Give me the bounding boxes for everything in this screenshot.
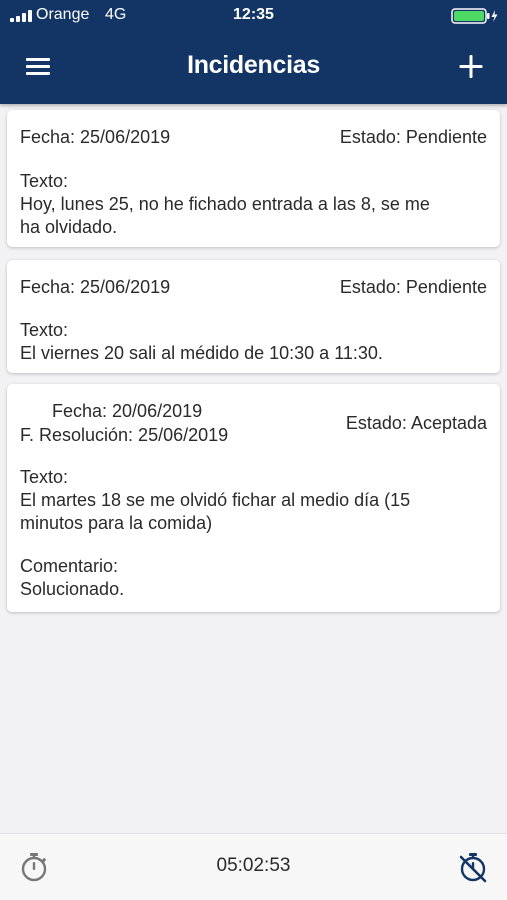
stopwatch-off-icon[interactable]	[457, 851, 489, 888]
incident-status: Estado: Pendiente	[339, 127, 487, 147]
incident-text: Texto: El viernes 20 sali al médido de 1…	[20, 319, 480, 365]
incident-card[interactable]: Fecha: 25/06/2019 Estado: Pendiente Text…	[7, 110, 500, 247]
bottom-bar: 05:02:53	[0, 833, 507, 900]
incident-text: Texto: Hoy, lunes 25, no he fichado entr…	[20, 170, 480, 239]
text-line: ha olvidado.	[20, 217, 118, 237]
elapsed-time: 05:02:53	[216, 855, 291, 876]
incident-date: Fecha: 20/06/2019	[52, 401, 203, 421]
text-line: El viernes 20 sali al médido de 10:30 a …	[20, 343, 383, 363]
plus-icon[interactable]	[453, 50, 489, 84]
incident-status: Estado: Pendiente	[339, 277, 487, 297]
app-screen: Orange 4G 12:35 Incidencias Fecha: 25/06…	[0, 0, 507, 900]
text-line: El martes 18 se me olvidó fichar al medi…	[20, 490, 411, 510]
text-label: Texto:	[20, 467, 69, 487]
page-title: Incidencias	[187, 51, 320, 79]
comment-label: Comentario:	[20, 556, 119, 576]
incident-comment: Comentario: Solucionado.	[20, 555, 480, 601]
text-label: Texto:	[20, 171, 69, 191]
incident-card[interactable]: Fecha: 20/06/2019 F. Resolución: 25/06/2…	[7, 384, 500, 612]
incident-card[interactable]: Fecha: 25/06/2019 Estado: Pendiente Text…	[7, 260, 500, 373]
top-bar: Orange 4G 12:35 Incidencias	[0, 0, 507, 104]
incident-text: Texto: El martes 18 se me olvidó fichar …	[20, 466, 480, 535]
comment-text: Solucionado.	[20, 579, 125, 599]
battery-charging-icon	[451, 8, 499, 29]
navbar: Incidencias	[0, 30, 507, 104]
incident-date: Fecha: 25/06/2019	[20, 277, 171, 297]
status-bar: Orange 4G 12:35	[0, 0, 507, 30]
text-line: minutos para la comida)	[20, 513, 213, 533]
incident-status: Estado: Aceptada	[345, 413, 487, 433]
incident-resolution-date: F. Resolución: 25/06/2019	[20, 425, 229, 445]
text-line: Hoy, lunes 25, no he fichado entrada a l…	[20, 194, 430, 214]
status-time: 12:35	[233, 6, 274, 23]
incident-date: Fecha: 25/06/2019	[20, 127, 171, 147]
text-label: Texto:	[20, 320, 69, 340]
